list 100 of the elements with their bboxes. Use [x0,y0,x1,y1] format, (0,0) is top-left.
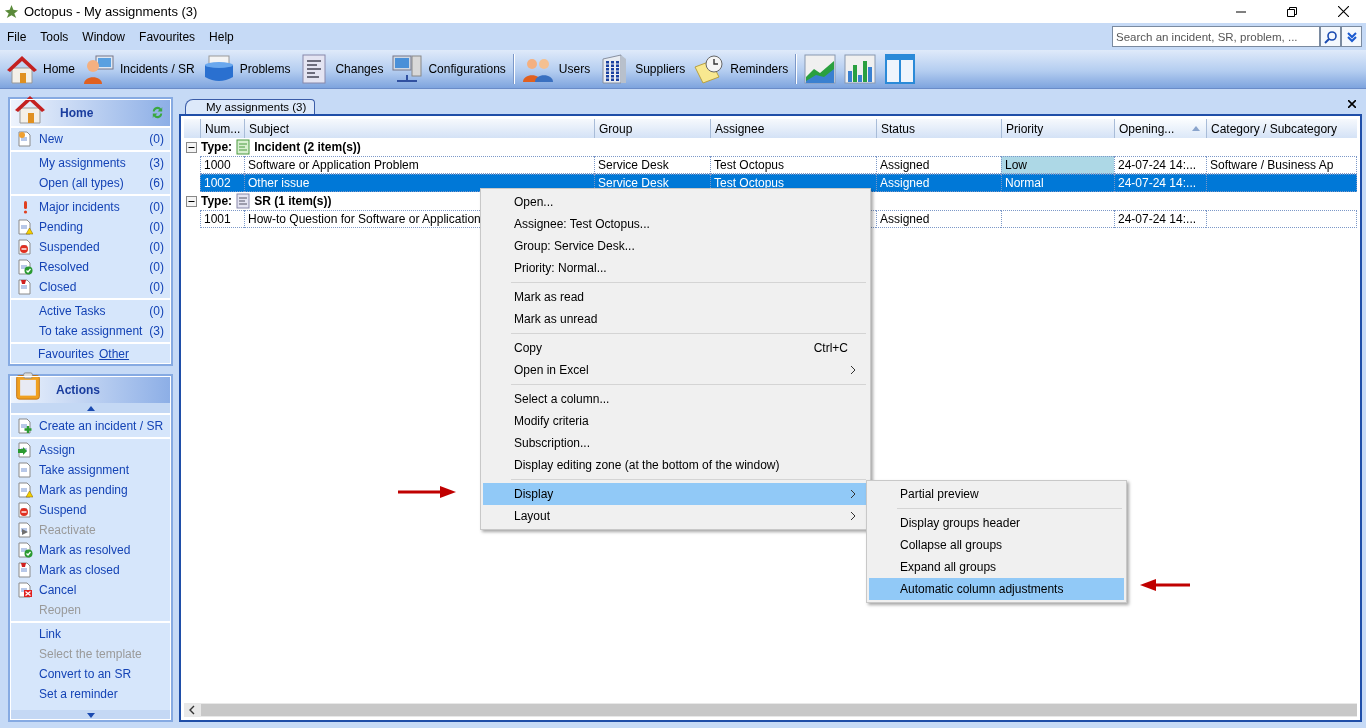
document-play-icon [17,522,33,538]
toolbar-button[interactable]: Problems [199,51,294,87]
close-icon [1337,6,1349,17]
sidebar-item[interactable]: Major incidents (0) [10,197,171,217]
action-item[interactable]: Suspend [10,500,171,520]
scroll-down-icon[interactable] [86,712,95,718]
menu-item[interactable]: Display [483,483,868,505]
sidebar-item[interactable]: Suspended (0) [10,237,171,257]
collapse-icon[interactable] [186,195,197,207]
document-arrow-icon [17,442,33,458]
column-header[interactable]: Opening... [1114,119,1206,138]
toolbar-button[interactable]: Users [518,51,594,87]
menu-item[interactable]: Layout [483,505,868,527]
table-cell: Test Octopus [714,158,785,172]
action-item[interactable]: Take assignment [10,460,171,480]
menu-item[interactable]: Automatic column adjustments [869,578,1124,600]
document-stop-icon [17,239,33,255]
action-item[interactable]: Mark as closed [10,560,171,580]
menu-item[interactable]: Collapse all groups [869,534,1124,556]
two-panes-icon [884,53,917,85]
document-stop-icon [17,502,33,518]
column-header[interactable]: Assignee [710,119,876,138]
menu-item[interactable]: Group: Service Desk... [483,235,868,257]
action-item[interactable]: Set a reminder [10,684,171,704]
menu-bar-item[interactable]: Window [82,29,126,44]
table-cell: Test Octopus [714,176,785,190]
document-warning-icon [17,219,33,235]
action-item[interactable]: Cancel [10,580,171,600]
sidebar-item[interactable]: My assignments (3) [10,153,171,173]
menu-bar-item[interactable]: Favourites [139,29,196,44]
search-field[interactable]: Search an incident, SR, problem, ... [1112,26,1320,47]
table-cell: Service Desk [598,158,669,172]
sidebar-item[interactable]: Closed (0) [10,277,171,297]
table-cell: 1000 [204,158,231,172]
menu-item[interactable]: Mark as read [483,286,868,308]
action-item[interactable]: Create an incident / SR [10,416,171,436]
action-item[interactable]: Convert to an SR [10,664,171,684]
horizontal-scrollbar[interactable] [184,703,1357,717]
toolbar-button[interactable]: Configurations [388,51,509,87]
action-item[interactable]: Assign [10,440,171,460]
menu-item[interactable]: Mark as unread [483,308,868,330]
panel-title: Home [60,105,94,120]
menu-item[interactable]: Display editing zone (at the bottom of the window) [483,454,868,476]
column-header[interactable]: Category / Subcategory [1206,119,1357,138]
menu-item[interactable]: Copy Ctrl+C [483,337,868,359]
action-item[interactable]: Mark as pending [10,480,171,500]
menu-item[interactable]: Subscription... [483,432,868,454]
document-star-icon [17,131,33,147]
search-button[interactable] [1320,26,1341,47]
scroll-up-icon[interactable] [86,405,95,411]
menu-item[interactable]: Open in Excel [483,359,868,381]
sidebar-item[interactable]: Pending (0) [10,217,171,237]
menu-item[interactable]: Open... [483,191,868,213]
table-cell: 24-07-24 14:... [1118,158,1197,172]
menu-bar-item[interactable]: File [7,29,27,44]
table-cell: Assigned [880,176,930,190]
menu-item[interactable]: Modify criteria [483,410,868,432]
search-icon [1323,29,1338,44]
menu-bar-item[interactable]: Tools [40,29,69,44]
action-item[interactable]: Link [10,624,171,644]
table-cell: Software or Application Problem [248,158,419,172]
bar-chart-icon [844,53,877,85]
sidebar-item[interactable]: Resolved (0) [10,257,171,277]
favourites-label: Favourites [38,347,95,361]
document-icon [236,193,251,209]
expand-button[interactable] [1341,26,1362,47]
action-item[interactable]: Mark as resolved [10,540,171,560]
toolbar-button[interactable]: Reminders [690,51,792,87]
selected-table-row[interactable]: 1002 Other issue Service Desk Test Octopus Assigned Normal 24-07-24 14:... [184,174,1357,192]
menu-item[interactable]: Select a column... [483,388,868,410]
column-header[interactable]: Status [876,119,1001,138]
close-tab-icon[interactable] [1348,100,1356,108]
toolbar-button[interactable]: Suppliers [595,51,689,87]
cell-text: Low [1005,158,1027,172]
menu-item[interactable]: Expand all groups [869,556,1124,578]
menu-item[interactable]: Partial preview [869,483,1124,505]
collapse-icon[interactable] [186,141,197,153]
column-header[interactable]: Subject [244,119,594,138]
table-cell: Normal [1005,176,1044,190]
other-link[interactable]: Other [99,347,130,361]
table-cell: Service Desk [598,176,669,190]
sidebar-item[interactable]: Open (all types) (6) [10,173,171,193]
sidebar-item[interactable]: New (0) [10,129,171,149]
toolbar-button[interactable]: Incidents / SR [80,51,198,87]
table-cell: Assigned [880,158,930,172]
annotation-arrow [398,486,456,498]
sidebar-item[interactable]: To take assignment (3) [10,321,171,341]
column-header[interactable]: Num... [200,119,244,138]
menu-item[interactable]: Assignee: Test Octopus... [483,213,868,235]
document-warning-icon [17,482,33,498]
window-title: Octopus - My assignments (3) [24,4,198,19]
tab[interactable]: My assignments (3) [185,99,316,114]
sidebar-item[interactable]: Active Tasks (0) [10,301,171,321]
toolbar-button[interactable]: Home [3,51,78,87]
menu-item[interactable]: Display groups header [869,512,1124,534]
menu-item[interactable]: Priority: Normal... [483,257,868,279]
column-header[interactable]: Group [594,119,710,138]
toolbar-button[interactable]: Changes [295,51,387,87]
scroll-left-icon[interactable] [189,705,195,715]
menu-bar-item[interactable]: Help [209,29,234,44]
